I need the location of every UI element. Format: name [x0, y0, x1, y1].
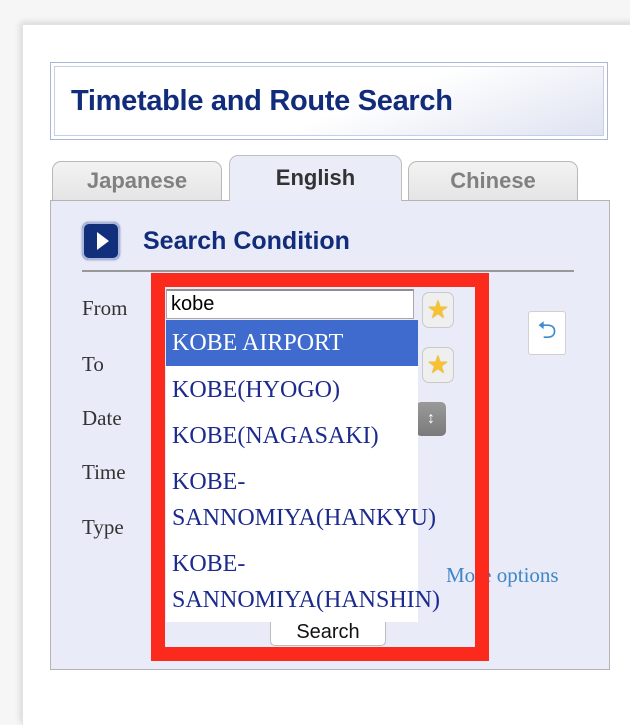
autocomplete-option[interactable]: KOBE(HYOGO) — [166, 366, 418, 412]
section-header: Search Condition — [82, 222, 350, 260]
autocomplete-option[interactable]: KOBE AIRPORT — [166, 320, 418, 366]
page-title: Timetable and Route Search — [71, 84, 453, 117]
tab-chinese[interactable]: Chinese — [408, 161, 578, 201]
autocomplete-option[interactable]: KOBE- SANNOMIYA(HANKYU) — [166, 458, 436, 540]
more-options-link[interactable]: More options — [446, 563, 559, 588]
date-label: Date — [82, 406, 122, 430]
up-down-chevron-icon[interactable]: ↕ — [416, 402, 446, 436]
title-box: Timetable and Route Search — [50, 62, 608, 140]
section-divider — [82, 270, 574, 272]
autocomplete-option[interactable]: KOBE- SANNOMIYA(HANSHIN) — [166, 540, 440, 622]
from-input[interactable] — [166, 289, 414, 319]
star-icon[interactable]: ★ — [422, 347, 454, 383]
from-autocomplete: KOBE AIRPORT KOBE(HYOGO) KOBE(NAGASAKI) … — [166, 289, 440, 622]
swap-arrows-icon[interactable]: ⮌ — [528, 311, 566, 355]
play-icon — [82, 222, 120, 260]
section-title: Search Condition — [143, 226, 350, 255]
tab-japanese[interactable]: Japanese — [52, 161, 222, 201]
star-icon[interactable]: ★ — [422, 292, 454, 328]
to-label: To — [82, 352, 104, 376]
autocomplete-option[interactable]: KOBE(NAGASAKI) — [166, 412, 418, 458]
time-label: Time — [82, 460, 126, 484]
tab-english[interactable]: English — [229, 155, 402, 201]
type-label: Type — [82, 515, 124, 539]
autocomplete-list: KOBE AIRPORT KOBE(HYOGO) KOBE(NAGASAKI) … — [166, 320, 440, 622]
from-label: From — [82, 296, 128, 320]
